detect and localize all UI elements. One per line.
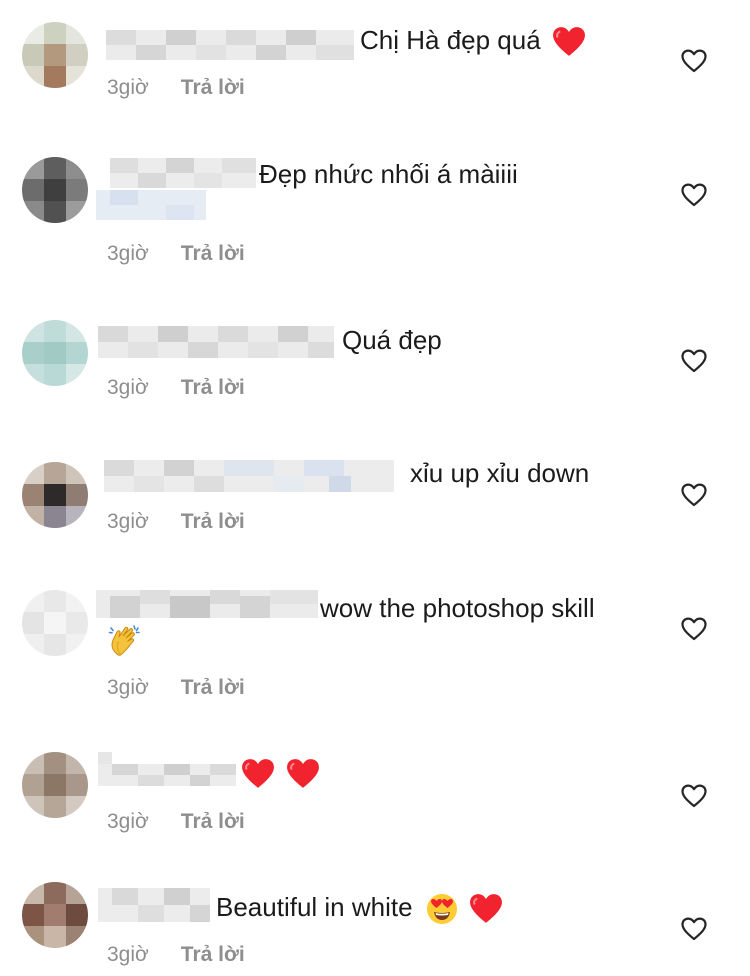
like-button[interactable] <box>681 349 707 373</box>
timestamp: 3giờ <box>107 810 149 833</box>
reply-button[interactable]: Trả lời <box>181 943 245 966</box>
comment-meta: 3giờ Trả lời <box>107 942 245 968</box>
heart-outline-icon <box>681 49 707 73</box>
comment-body: Quá đẹp <box>342 325 442 355</box>
comment-text: Quá đẹp <box>342 324 442 356</box>
like-button[interactable] <box>681 483 707 507</box>
reply-button[interactable]: Trả lời <box>181 242 245 265</box>
heart-eyes-face-emoji <box>426 893 458 925</box>
avatar[interactable] <box>22 462 88 528</box>
reply-button[interactable]: Trả lời <box>181 376 245 399</box>
username-redacted[interactable] <box>104 460 394 492</box>
timestamp: 3giờ <box>107 943 149 966</box>
comment-text: Chị Hà đẹp quá <box>360 24 586 58</box>
comment-meta: 3giờ Trả lời <box>107 241 245 267</box>
timestamp: 3giờ <box>107 510 149 533</box>
like-button[interactable] <box>681 49 707 73</box>
comment-body: Chị Hà đẹp quá <box>360 25 541 55</box>
username-redacted[interactable] <box>106 30 354 60</box>
avatar[interactable] <box>22 752 88 818</box>
timestamp: 3giờ <box>107 242 149 265</box>
heart-outline-icon <box>681 349 707 373</box>
avatar[interactable] <box>22 590 88 656</box>
comment-body: wow the photoshop skill <box>320 593 595 623</box>
comment-meta: 3giờ Trả lời <box>107 675 245 701</box>
red-heart-emoji <box>286 758 320 790</box>
username-redacted[interactable] <box>98 888 210 922</box>
heart-outline-icon <box>681 183 707 207</box>
clapping-hands-emoji <box>108 624 142 663</box>
timestamp: 3giờ <box>107 676 149 699</box>
comment-body: Đẹp nhức nhối á màiiii <box>259 159 518 189</box>
comment-text <box>241 756 320 790</box>
like-button[interactable] <box>681 784 707 808</box>
comment-meta: 3giờ Trả lời <box>107 509 245 535</box>
like-button[interactable] <box>681 617 707 641</box>
comment-text: xỉu up xỉu down <box>410 457 589 489</box>
heart-outline-icon <box>681 483 707 507</box>
avatar[interactable] <box>22 320 88 386</box>
heart-outline-icon <box>681 617 707 641</box>
avatar[interactable] <box>22 22 88 88</box>
comment-text: wow the photoshop skill <box>320 592 595 624</box>
comment-body: Beautiful in white <box>216 892 413 922</box>
comment-meta: 3giờ Trả lời <box>107 75 245 101</box>
comment-text: Đẹp nhức nhối á màiiii <box>259 158 518 190</box>
avatar[interactable] <box>22 157 88 223</box>
red-heart-emoji <box>469 893 503 925</box>
red-heart-emoji <box>241 758 275 790</box>
username-redacted[interactable] <box>96 158 256 220</box>
timestamp: 3giờ <box>107 76 149 99</box>
username-redacted[interactable] <box>98 326 334 358</box>
heart-outline-icon <box>681 784 707 808</box>
like-button[interactable] <box>681 183 707 207</box>
reply-button[interactable]: Trả lời <box>181 676 245 699</box>
username-redacted[interactable] <box>98 752 236 786</box>
red-heart-emoji <box>552 26 586 58</box>
comment-body: xỉu up xỉu down <box>410 458 590 488</box>
comment-text: Beautiful in white <box>216 891 503 925</box>
avatar[interactable] <box>22 882 88 948</box>
timestamp: 3giờ <box>107 376 149 399</box>
heart-outline-icon <box>681 917 707 941</box>
reply-button[interactable]: Trả lời <box>181 510 245 533</box>
reply-button[interactable]: Trả lời <box>181 76 245 99</box>
username-redacted[interactable] <box>96 590 318 618</box>
like-button[interactable] <box>681 917 707 941</box>
reply-button[interactable]: Trả lời <box>181 810 245 833</box>
comment-meta: 3giờ Trả lời <box>107 809 245 835</box>
comment-meta: 3giờ Trả lời <box>107 375 245 401</box>
